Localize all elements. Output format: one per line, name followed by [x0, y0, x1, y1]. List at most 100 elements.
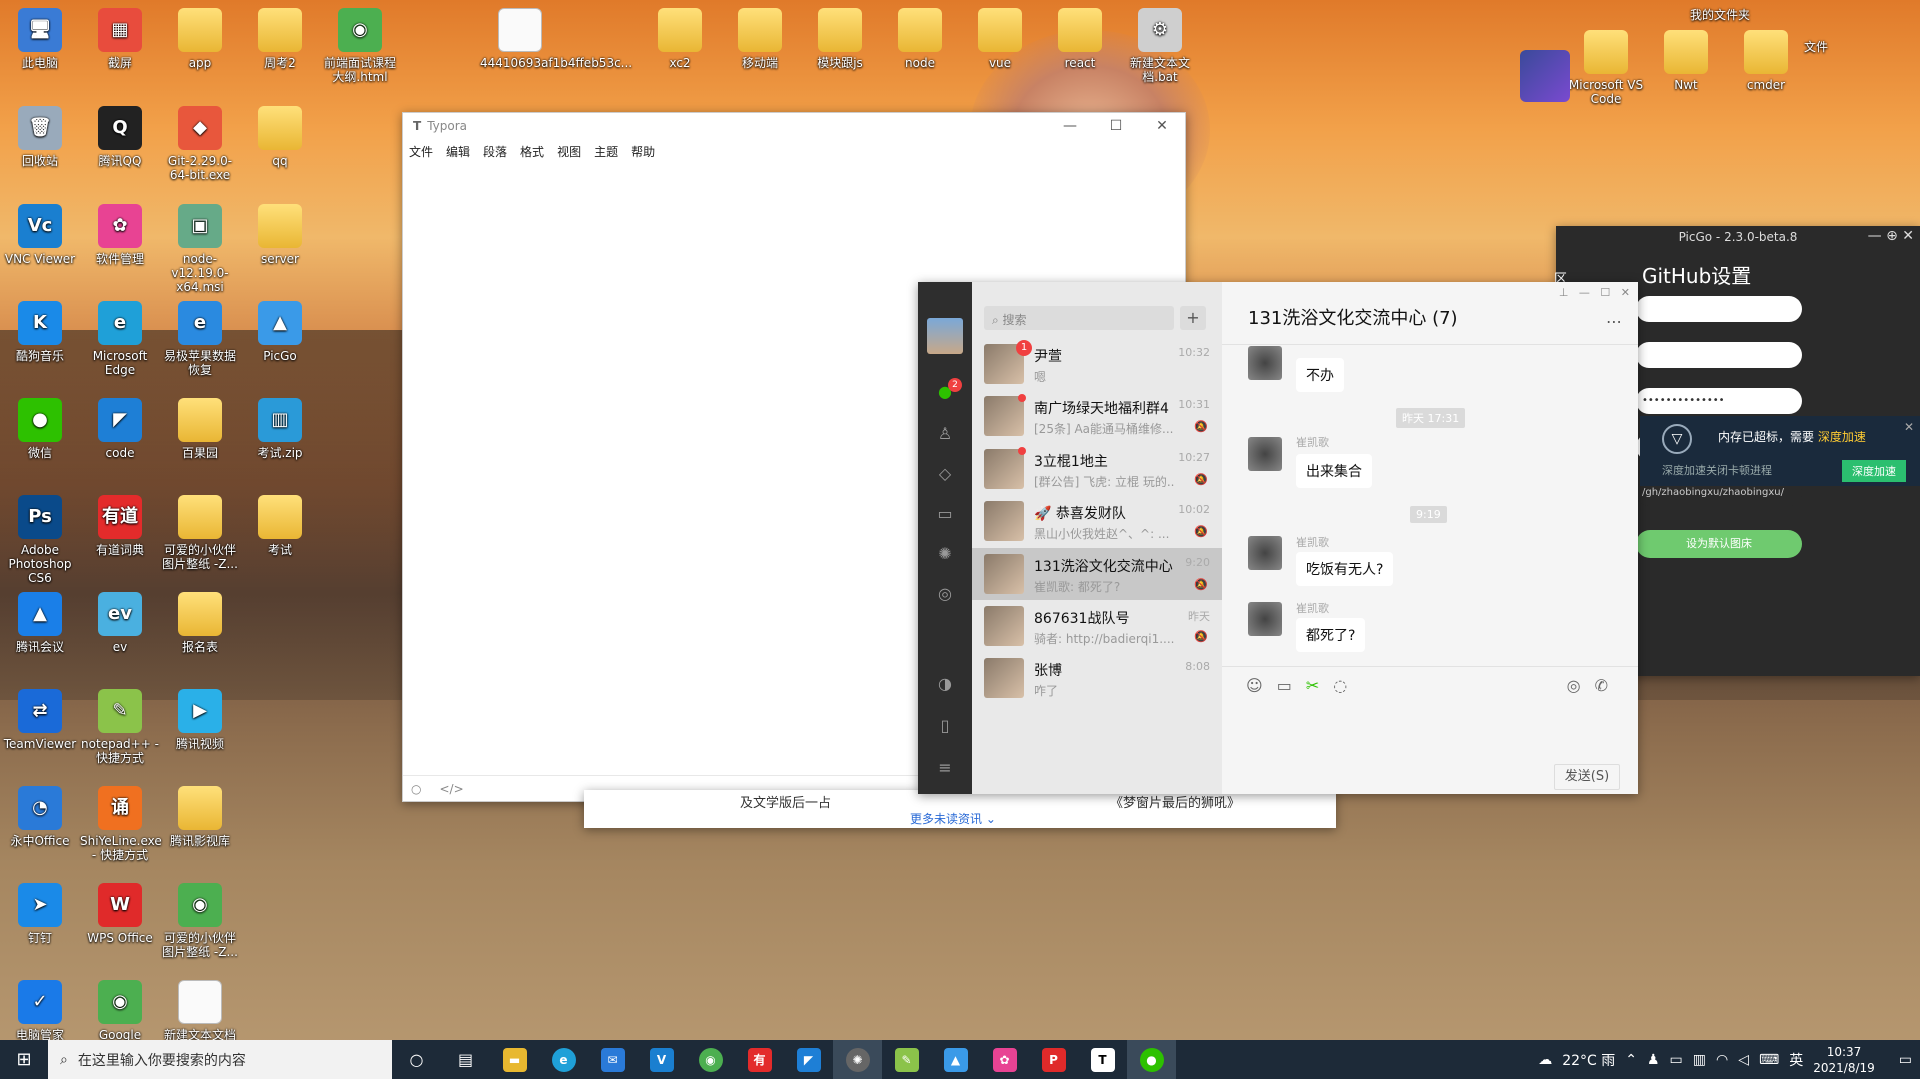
wps-icon[interactable]: P: [1029, 1040, 1078, 1079]
desktop-icon[interactable]: ▲ PicGo: [240, 293, 320, 363]
desktop-icon[interactable]: 44410693af1b4ffeb53c...: [480, 0, 632, 70]
typora-icon[interactable]: T: [1078, 1040, 1127, 1079]
app-icon[interactable]: ✺: [833, 1040, 882, 1079]
desktop-icon[interactable]: 诵 ShiYeLine.exe - 快捷方式: [80, 778, 162, 862]
volume-icon[interactable]: ◁: [1738, 1052, 1749, 1068]
chat-window-controls[interactable]: ⊥ — ☐ ✕: [1559, 286, 1630, 299]
channels-icon[interactable]: ◎: [935, 584, 955, 604]
picgo-titlebar[interactable]: PicGo - 2.3.0-beta.8 — ⊕ ✕: [1556, 226, 1920, 248]
news-left-text[interactable]: 及文学版后一占: [740, 792, 831, 811]
desktop-icon[interactable]: ✓ 电脑管家: [0, 972, 80, 1042]
chevron-up-icon[interactable]: ⌃: [1625, 1052, 1637, 1068]
live-icon[interactable]: ◎: [1567, 676, 1581, 695]
chat-list-item[interactable]: 张博 咋了 8:08: [972, 652, 1222, 704]
desktop-icon[interactable]: ▥ 考试.zip: [240, 390, 320, 460]
desktop-icon[interactable]: Vc VNC Viewer: [0, 196, 80, 266]
chat-list-item[interactable]: 867631战队号 骑者: http://badierqi1.... 昨天 🔕: [972, 600, 1222, 652]
tray-app-icon[interactable]: ♟: [1647, 1052, 1660, 1068]
desktop-icon[interactable]: react: [1040, 0, 1120, 70]
chat-history-icon[interactable]: ◌: [1333, 676, 1347, 695]
menu-icon[interactable]: ≡: [935, 758, 955, 778]
keyboard-icon[interactable]: ⌨: [1759, 1052, 1779, 1068]
desktop-icon[interactable]: vue: [960, 0, 1040, 70]
minimize-icon[interactable]: —: [1047, 118, 1093, 134]
weather-icon[interactable]: ☁: [1538, 1052, 1552, 1068]
more-icon[interactable]: ⋯: [1606, 312, 1622, 331]
menu-format[interactable]: 格式: [520, 143, 544, 160]
message-bubble[interactable]: 吃饭有无人?: [1296, 552, 1394, 586]
emoji-icon[interactable]: ☺: [1246, 676, 1263, 695]
close-icon[interactable]: ✕: [1139, 118, 1185, 134]
news-right-text[interactable]: 《梦窗片最后的狮吼》: [1110, 792, 1240, 811]
desktop-icon[interactable]: ▲ 腾讯会议: [0, 584, 80, 654]
message-bubble[interactable]: 出来集合: [1296, 454, 1372, 488]
message-bubble[interactable]: 都死了?: [1296, 618, 1366, 652]
more-news-link[interactable]: 更多未读资讯 ⌄: [910, 810, 996, 827]
desktop-icon[interactable]: ev ev: [80, 584, 160, 654]
desktop-icon[interactable]: ▦ 截屏: [80, 0, 160, 70]
desktop-icon[interactable]: ➤ 钉钉: [0, 875, 80, 945]
desktop-icon[interactable]: ▶ 腾讯视频: [160, 681, 240, 751]
desktop-icon[interactable]: K 酷狗音乐: [0, 293, 80, 363]
scissors-icon[interactable]: ✂: [1306, 676, 1319, 695]
youdao-icon[interactable]: 有: [735, 1040, 784, 1079]
outline-toggle-icon[interactable]: ○: [411, 782, 421, 796]
cortana-icon[interactable]: ○: [392, 1040, 441, 1079]
phone-icon[interactable]: ▯: [935, 716, 955, 736]
vscode-icon[interactable]: ◤: [784, 1040, 833, 1079]
files-icon[interactable]: ▭: [935, 504, 955, 524]
set-default-button[interactable]: 设为默认图床: [1636, 530, 1802, 558]
desktop-icon[interactable]: 腾讯影视库: [160, 778, 240, 848]
maximize-icon[interactable]: ☐: [1093, 118, 1139, 134]
desktop-icon[interactable]: ✎ notepad++ - 快捷方式: [80, 681, 160, 765]
desktop-icon[interactable]: 报名表: [160, 584, 240, 654]
desktop-icon[interactable]: e 易极苹果数据恢复: [160, 293, 240, 377]
toast-close-icon[interactable]: ✕: [1904, 420, 1914, 434]
desktop-icon[interactable]: e Microsoft Edge: [80, 293, 160, 377]
windows-start-icon[interactable]: ⊞: [0, 1049, 48, 1070]
desktop-icon[interactable]: ✿ 软件管理: [80, 196, 160, 266]
weather-text[interactable]: 22°C 雨: [1562, 1050, 1615, 1070]
desktop-icon[interactable]: Q 腾讯QQ: [80, 98, 160, 168]
desktop-icon[interactable]: cmder: [1726, 22, 1806, 92]
clock[interactable]: 10:37 2021/8/19: [1813, 1044, 1875, 1076]
vs-3d-icon[interactable]: [1520, 50, 1570, 102]
chat-list-item[interactable]: 尹萱嗯 10:32 1: [972, 338, 1222, 390]
source-mode-icon[interactable]: </>: [439, 782, 463, 796]
desktop-icon[interactable]: 可爱的小伙伴图片整纸 -Z...: [160, 487, 240, 571]
mini-program-icon[interactable]: ◑: [935, 674, 955, 694]
chat-list-item[interactable]: 南广场绿天地福利群4 [25条] Aa能通马桶维修... 10:31 🔕: [972, 390, 1222, 442]
software-manager-icon[interactable]: ✿: [980, 1040, 1029, 1079]
picgo-window-controls[interactable]: — ⊕ ✕: [1868, 228, 1914, 244]
send-button[interactable]: 发送(S): [1554, 764, 1620, 790]
desktop-icon[interactable]: server: [240, 196, 320, 266]
search-input[interactable]: ⌕ 搜索: [984, 306, 1174, 330]
collection-icon[interactable]: ◇: [935, 464, 955, 484]
desktop-icon[interactable]: node: [880, 0, 960, 70]
wechat-icon[interactable]: ●: [1127, 1040, 1176, 1079]
menu-edit[interactable]: 编辑: [446, 143, 470, 160]
desktop-icon[interactable]: 🗑 回收站: [0, 98, 80, 168]
desktop-icon[interactable]: ◔ 永中Office: [0, 778, 80, 848]
folder-icon[interactable]: ▭: [1277, 676, 1292, 695]
desktop-icon[interactable]: xc2: [640, 0, 720, 70]
desktop-icon[interactable]: 百果园: [160, 390, 240, 460]
notification-icon[interactable]: ▭: [1899, 1052, 1912, 1068]
desktop-icon[interactable]: ◉ 前端面试课程大纲.html: [320, 0, 400, 84]
call-icon[interactable]: ✆: [1595, 676, 1608, 695]
network-icon[interactable]: ▥: [1693, 1052, 1706, 1068]
menu-help[interactable]: 帮助: [631, 143, 655, 160]
message-input[interactable]: [1222, 706, 1638, 760]
desktop-icon[interactable]: app: [160, 0, 240, 70]
chat-list-item[interactable]: 🚀 恭喜发财队 黑山小伙我姓赵^、^: ... 10:02 🔕: [972, 495, 1222, 547]
task-view-icon[interactable]: ▤: [441, 1040, 490, 1079]
desktop-icon[interactable]: qq: [240, 98, 320, 168]
desktop-icon[interactable]: ● 微信: [0, 390, 80, 460]
battery-icon[interactable]: ▭: [1670, 1052, 1683, 1068]
wechat-window[interactable]: ● 2 ♙ ◇ ▭ ✺ ◎ ◑ ▯ ≡ ⌕ 搜索 + 尹萱嗯 10:32 1 南广场绿…: [918, 282, 1638, 794]
contacts-icon[interactable]: ♙: [935, 424, 955, 444]
desktop-icon[interactable]: 移动端: [720, 0, 800, 70]
menu-paragraph[interactable]: 段落: [483, 143, 507, 160]
vnc-icon[interactable]: V: [637, 1040, 686, 1079]
desktop-icon[interactable]: Microsoft VS Code: [1566, 22, 1646, 106]
